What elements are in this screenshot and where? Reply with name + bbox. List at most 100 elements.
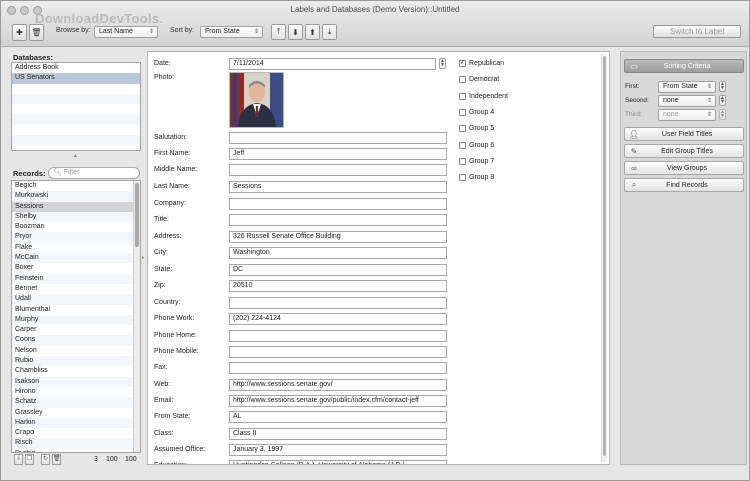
last-record-button[interactable]: ⤓ (322, 24, 337, 40)
refresh-button[interactable]: ↻ (41, 454, 50, 465)
browse-by-label: Browse by: (56, 27, 91, 34)
field-input[interactable] (229, 330, 447, 342)
group-checkbox[interactable]: Democrat (459, 76, 499, 84)
field-input[interactable]: 7/11/2014 (229, 58, 436, 70)
delete-record-button[interactable]: 🗑 (29, 24, 44, 41)
sort-second-select[interactable]: none ⇕ (658, 95, 716, 107)
field-input[interactable]: January 3, 1997 (229, 444, 447, 456)
record-list-item[interactable]: Boozman (12, 222, 140, 232)
field-input[interactable]: DC (229, 264, 447, 276)
sort-first-order-stepper[interactable]: ▲ ▼ (719, 81, 726, 92)
records-scrollbar[interactable] (133, 181, 140, 452)
record-list-item[interactable]: Pryor (12, 232, 140, 243)
edit-group-titles-button[interactable]: ✎ Edit Group Titles (624, 144, 744, 158)
field-input[interactable]: 326 Russell Senate Office Building (229, 231, 447, 243)
date-stepper[interactable]: ▲ ▼ (439, 58, 446, 69)
record-list-item[interactable]: Begich (12, 181, 140, 191)
field-input[interactable] (229, 346, 447, 358)
filter-search-field[interactable]: 🔍︎ Filter (48, 167, 140, 179)
field-input[interactable]: Washington (229, 247, 447, 259)
view-groups-label: View Groups (667, 164, 707, 172)
field-label: Country: (154, 299, 181, 306)
find-records-button[interactable]: ⌕ Find Records (624, 178, 744, 192)
record-list-item[interactable]: Carper (12, 325, 140, 335)
sorting-criteria-header[interactable]: ▭ Sorting Criteria (624, 59, 744, 73)
group-checkbox[interactable]: ✓ Republican (459, 60, 504, 67)
sort-third-select[interactable]: none ⇕ (658, 109, 716, 121)
sort-second-order-stepper[interactable]: ▲ ▼ (719, 95, 726, 106)
import-button[interactable]: ⇩ (14, 454, 23, 465)
field-input[interactable]: Sessions (229, 181, 447, 193)
group-checkbox[interactable]: Group 7 (459, 157, 494, 165)
field-input[interactable]: Jeff (229, 148, 447, 160)
field-input[interactable]: (202) 224-4124 (229, 313, 447, 325)
record-list-item[interactable]: Udall (12, 294, 140, 305)
record-list-item[interactable]: Isakson (12, 376, 140, 387)
field-input[interactable]: http://www.sessions.senate.gov/public/in… (229, 395, 447, 407)
field-input[interactable] (229, 132, 447, 144)
group-checkbox[interactable]: Independent (459, 92, 508, 100)
record-list-item[interactable]: Chambliss (12, 366, 140, 376)
first-record-button[interactable]: ⤒ (271, 24, 286, 40)
record-list-item[interactable]: Rubio (12, 356, 140, 367)
record-list-item[interactable]: Sessions (12, 201, 140, 212)
contact-photo[interactable] (229, 72, 284, 128)
field-input[interactable] (229, 198, 447, 210)
records-list[interactable]: Begich Murkowski Sessions Shelby Boozman Pryo… (11, 180, 141, 453)
form-scroll-thumb[interactable] (603, 56, 606, 456)
select-arrows-icon: ⇕ (706, 112, 713, 118)
checkbox-icon (459, 174, 466, 182)
field-input[interactable] (229, 214, 447, 226)
field-input[interactable]: AL (229, 411, 447, 423)
record-list-item[interactable]: Harkin (12, 417, 140, 429)
splitter-arrow-icon[interactable]: ▸ (142, 255, 145, 261)
record-list-item[interactable]: Coons (12, 335, 140, 346)
database-item[interactable]: Address Book (12, 63, 140, 73)
group-checkbox[interactable]: Group 6 (459, 141, 494, 149)
previous-record-button[interactable]: ⬇ (288, 24, 303, 40)
record-list-item[interactable]: Murphy (12, 314, 140, 326)
record-list-item[interactable]: Schatz (12, 397, 140, 408)
record-list-item[interactable]: McCain (12, 253, 140, 264)
record-list-item[interactable]: Murkowski (12, 191, 140, 202)
record-list-item[interactable]: Risch (12, 438, 140, 449)
sort-third-order-stepper[interactable]: ▲ ▼ (719, 109, 726, 120)
new-record-button[interactable]: ✚ (12, 24, 27, 41)
record-list-item[interactable]: Hirono (12, 387, 140, 397)
form-scrollbar[interactable] (601, 54, 607, 462)
splitter-handle[interactable]: ▲ (73, 153, 78, 159)
field-input[interactable]: http://www.sessions.senate.gov/ (229, 379, 447, 391)
delete-selected-button[interactable]: 🗑 (52, 454, 61, 465)
field-input[interactable] (229, 297, 447, 309)
field-input[interactable]: 20510 (229, 280, 447, 292)
switch-to-label-button[interactable]: Switch to Label (653, 25, 741, 38)
field-input[interactable]: Class II (229, 428, 447, 440)
record-list-item[interactable]: Crapo (12, 428, 140, 438)
record-list-item[interactable]: Flake (12, 243, 140, 253)
field-input[interactable] (229, 362, 447, 374)
field-input[interactable]: Huntingdon College (B.A.), University of… (229, 460, 447, 464)
group-checkbox[interactable]: Group 8 (459, 174, 494, 182)
record-list-item[interactable]: Nelson (12, 346, 140, 356)
databases-list[interactable]: Address Book US Senators (11, 62, 141, 151)
record-list-item[interactable]: Shelby (12, 211, 140, 223)
duplicate-button[interactable]: ❐ (25, 454, 34, 465)
record-list-item[interactable]: Blumenthal (12, 305, 140, 315)
group-checkbox[interactable]: Group 5 (459, 125, 494, 133)
sort-first-select[interactable]: From State ⇕ (658, 81, 716, 93)
field-input[interactable] (229, 164, 447, 176)
record-list-item[interactable]: Bennet (12, 284, 140, 294)
records-scroll-thumb[interactable] (135, 183, 139, 247)
browse-by-select[interactable]: Last Name ⇕ (94, 26, 158, 38)
database-item[interactable]: US Senators (12, 73, 140, 84)
field-label: Salutation: (154, 134, 188, 141)
group-checkbox[interactable]: Group 4 (459, 108, 494, 116)
record-list-item[interactable]: Boxer (12, 263, 140, 273)
record-list-item[interactable]: Feinstein (12, 273, 140, 284)
view-groups-button[interactable]: ∞ View Groups (624, 161, 744, 175)
user-field-titles-button[interactable]: 👤︎ User Field Titles (624, 127, 744, 141)
database-empty-row (12, 135, 140, 146)
record-list-item[interactable]: Grassley (12, 408, 140, 418)
sort-by-select[interactable]: From State ⇕ (200, 26, 263, 38)
next-record-button[interactable]: ⬆ (305, 24, 320, 40)
